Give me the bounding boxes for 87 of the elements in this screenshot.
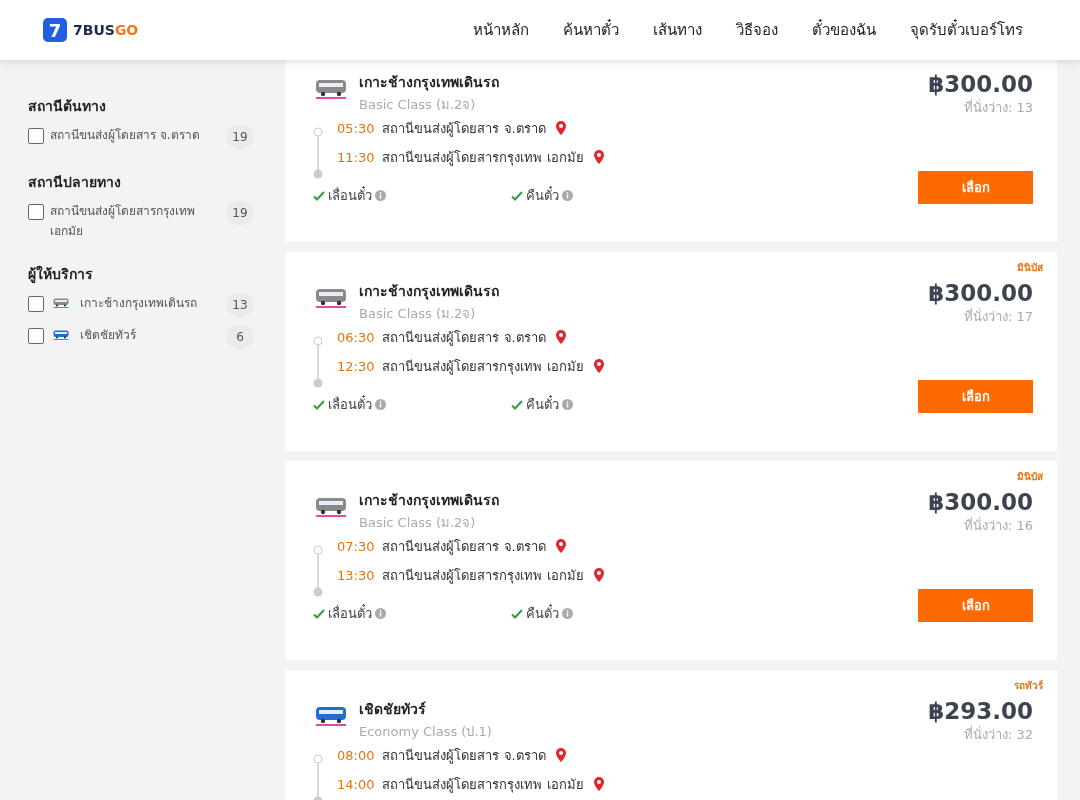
filter-heading: ผู้ให้บริการ: [28, 264, 94, 285]
check-icon: [313, 189, 325, 202]
station-name: สถานีขนส่งผู้โดยสารกรุงเทพ เอกมัย: [382, 567, 584, 586]
check-icon: [511, 607, 523, 620]
operator-name: เกาะช้างกรุงเทพเดินรถ: [359, 491, 499, 511]
bus-class: Basic Class (ม.2จ): [359, 305, 477, 323]
bus-class: Basic Class (ม.2จ): [359, 514, 477, 532]
nav-link[interactable]: จุดรับตั๋วเบอร์โทร: [910, 18, 1023, 42]
seats-available: ที่นั่งว่าง: 16: [963, 516, 1033, 535]
seats-available: ที่นั่งว่าง: 32: [963, 725, 1033, 744]
check-icon: [313, 607, 325, 620]
time: 13:30: [337, 568, 375, 583]
filter-label: เกาะช้างกรุงเทพเดินรถ: [80, 295, 198, 313]
time: 14:00: [337, 777, 375, 792]
route-timeline: [313, 336, 323, 388]
nav-link[interactable]: ตั๋วของฉัน: [812, 18, 876, 42]
station-name: สถานีขนส่งผู้โดยสารกรุงเทพ เอกมัย: [382, 149, 584, 168]
info-icon: [562, 399, 573, 410]
seats-available: ที่นั่งว่าง: 17: [963, 307, 1033, 326]
price: ฿300.00: [928, 489, 1033, 515]
station-name: สถานีขนส่งผู้โดยสารกรุงเทพ เอกมัย: [382, 776, 584, 795]
station-name: สถานีขนส่งผู้โดยสาร จ.ตราด: [382, 538, 546, 557]
nav-link[interactable]: วิธีจอง: [736, 18, 778, 42]
checkbox[interactable]: [28, 328, 44, 344]
info-icon: [562, 608, 573, 619]
filter-label: สถานีขนส่งผู้โดยสาร จ.ตราด: [50, 127, 201, 145]
feature-label: เลื่อนตั๋ว: [328, 394, 372, 414]
station-name: สถานีขนส่งผู้โดยสารกรุงเทพ เอกมัย: [382, 358, 584, 377]
map-pin-icon: [553, 747, 568, 764]
map-pin-icon: [591, 776, 606, 793]
count-badge: 13: [226, 293, 254, 317]
feature-label: คืนตั๋ว: [526, 394, 559, 414]
time: 08:00: [337, 748, 375, 763]
station-name: สถานีขนส่งผู้โดยสาร จ.ตราด: [382, 747, 546, 766]
check-icon: [313, 398, 325, 411]
time: 06:30: [337, 330, 375, 345]
time: 12:30: [337, 359, 375, 374]
nav-link[interactable]: หน้าหลัก: [473, 18, 529, 42]
checkbox[interactable]: [28, 128, 44, 144]
feature-label: เลื่อนตั๋ว: [328, 603, 372, 623]
checkbox[interactable]: [28, 204, 44, 220]
route-timeline: [313, 545, 323, 597]
operator-name: เกาะช้างกรุงเทพเดินรถ: [359, 282, 499, 302]
filter-label: สถานีขนส่งผู้โดยสารกรุงเทพ เอกมัย: [50, 203, 196, 240]
bus-class: Economy Class (ป.1): [359, 723, 492, 741]
filter-heading: สถานีปลายทาง: [28, 173, 122, 192]
count-badge: 19: [226, 125, 254, 149]
price: ฿300.00: [928, 280, 1033, 306]
info-icon: [562, 190, 573, 201]
time: 07:30: [337, 539, 375, 554]
feature-label: เลื่อนตั๋ว: [328, 185, 372, 205]
filter-label: เชิดชัยทัวร์: [80, 327, 137, 344]
logo-mark[interactable]: 7: [43, 18, 67, 42]
time: 11:30: [337, 150, 375, 165]
feature-label: คืนตั๋ว: [526, 603, 559, 623]
operator-name: เกาะช้างกรุงเทพเดินรถ: [359, 73, 499, 93]
logo-wordmark[interactable]: 7BUSGO: [73, 22, 139, 38]
operator-name: เชิดชัยทัวร์: [359, 700, 427, 719]
route-timeline: [313, 127, 323, 179]
seats-available: ที่นั่งว่าง: 13: [963, 98, 1033, 117]
filter-heading: สถานีต้นทาง: [28, 97, 107, 116]
count-badge: 19: [226, 201, 254, 225]
bus-type-label: มินิบัส: [1017, 470, 1043, 483]
price: ฿293.00: [928, 698, 1033, 724]
count-badge: 6: [226, 325, 254, 349]
map-pin-icon: [553, 329, 568, 346]
bus-type-label: มินิบัส: [1017, 261, 1043, 274]
map-pin-icon: [591, 149, 606, 166]
check-icon: [511, 189, 523, 202]
station-name: สถานีขนส่งผู้โดยสาร จ.ตราด: [382, 120, 546, 139]
bus-type-label: รถทัวร์: [1014, 679, 1043, 692]
map-pin-icon: [591, 358, 606, 375]
map-pin-icon: [553, 538, 568, 555]
check-icon: [511, 398, 523, 411]
nav-link[interactable]: ค้นหาตั๋ว: [563, 18, 619, 42]
price: ฿300.00: [928, 71, 1033, 97]
map-pin-icon: [553, 120, 568, 137]
checkbox[interactable]: [28, 296, 44, 312]
map-pin-icon: [591, 567, 606, 584]
bus-class: Basic Class (ม.2จ): [359, 96, 477, 114]
info-icon: [375, 399, 386, 410]
time: 05:30: [337, 121, 375, 136]
info-icon: [375, 190, 386, 201]
station-name: สถานีขนส่งผู้โดยสาร จ.ตราด: [382, 329, 546, 348]
feature-label: คืนตั๋ว: [526, 185, 559, 205]
info-icon: [375, 608, 386, 619]
nav-link[interactable]: เส้นทาง: [653, 18, 702, 42]
